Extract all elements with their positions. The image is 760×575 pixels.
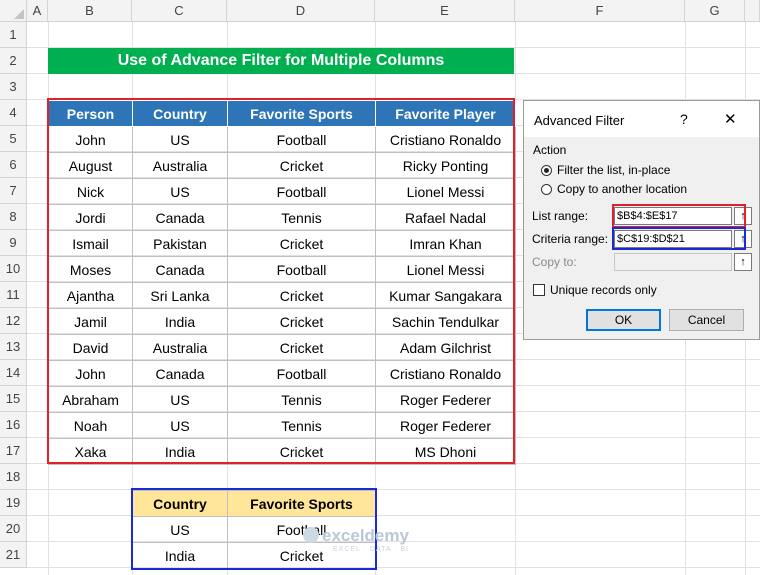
watermark: exceldemy	[322, 526, 409, 545]
sheet-title[interactable]: Use of Advance Filter for Multiple Colum…	[48, 48, 514, 74]
filter-in-place-label[interactable]: Filter the list, in-place	[557, 163, 670, 177]
row-header[interactable]: 11	[0, 282, 27, 308]
column-header-h[interactable]	[745, 0, 760, 22]
column-header-a[interactable]: A	[27, 0, 48, 22]
action-label: Action	[533, 143, 567, 157]
row-header[interactable]: 18	[0, 464, 27, 490]
dialog-title: Advanced Filter	[534, 113, 625, 128]
column-header-g[interactable]: G	[685, 0, 745, 22]
row-header[interactable]: 14	[0, 360, 27, 386]
list-range-label: List range:	[532, 209, 589, 223]
copy-to-input[interactable]	[614, 253, 732, 271]
row-header[interactable]: 12	[0, 308, 27, 334]
row-header[interactable]: 2	[0, 48, 27, 74]
column-header-b[interactable]: B	[48, 0, 132, 22]
column-header-f[interactable]: F	[515, 0, 685, 22]
row-header[interactable]: 8	[0, 204, 27, 230]
row-header[interactable]: 15	[0, 386, 27, 412]
column-header-e[interactable]: E	[375, 0, 515, 22]
row-header[interactable]: 19	[0, 490, 27, 516]
row-header[interactable]: 1	[0, 22, 27, 48]
close-icon[interactable]: ✕	[724, 110, 737, 128]
list-range-highlight	[612, 204, 746, 228]
help-icon[interactable]: ?	[680, 111, 688, 127]
copy-to-collapse-icon[interactable]: ↑	[734, 253, 752, 271]
row-header[interactable]: 4	[0, 100, 27, 126]
criteria-range-highlight	[612, 227, 746, 250]
column-header-d[interactable]: D	[227, 0, 375, 22]
spreadsheet: A B C D E F G 1 2 3 4 5 6 7 8 9 10 11 12…	[0, 0, 760, 575]
row-header[interactable]: 5	[0, 126, 27, 152]
watermark-logo-icon	[303, 527, 319, 543]
cancel-button[interactable]: Cancel	[669, 309, 744, 331]
row-header[interactable]: 20	[0, 516, 27, 542]
copy-to-location-radio[interactable]	[541, 184, 552, 195]
unique-records-label[interactable]: Unique records only	[550, 283, 657, 297]
row-header[interactable]: 10	[0, 256, 27, 282]
unique-records-checkbox[interactable]	[533, 284, 545, 296]
row-header[interactable]: 9	[0, 230, 27, 256]
column-header-c[interactable]: C	[132, 0, 227, 22]
row-header[interactable]: 7	[0, 178, 27, 204]
list-range-outline	[47, 98, 515, 464]
select-all-corner[interactable]	[0, 0, 27, 22]
copy-to-location-label[interactable]: Copy to another location	[557, 182, 687, 196]
copy-to-label: Copy to:	[532, 255, 577, 269]
row-header[interactable]: 17	[0, 438, 27, 464]
criteria-range-label: Criteria range:	[532, 232, 609, 246]
watermark-tagline: EXCEL · DATA · BI	[333, 546, 409, 553]
filter-in-place-radio[interactable]	[541, 165, 552, 176]
row-header[interactable]: 13	[0, 334, 27, 360]
row-header[interactable]: 3	[0, 74, 27, 100]
row-header[interactable]: 21	[0, 542, 27, 568]
row-header[interactable]: 16	[0, 412, 27, 438]
ok-button[interactable]: OK	[586, 309, 661, 331]
row-header[interactable]: 6	[0, 152, 27, 178]
